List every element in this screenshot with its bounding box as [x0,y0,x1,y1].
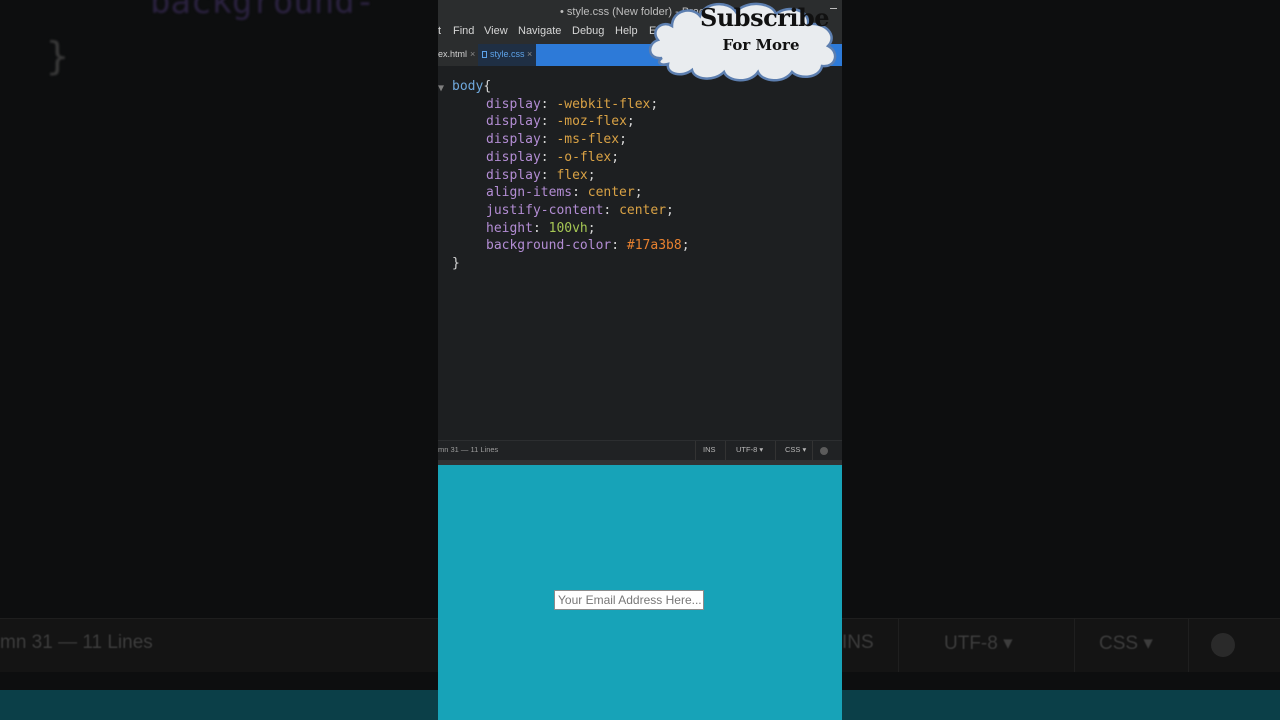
tab-label: style.css [490,49,525,59]
css-property: display [486,96,541,112]
bg-status-language: CSS ▾ [1099,633,1153,654]
css-property: height [486,220,533,236]
css-value: -moz-flex [556,114,627,130]
code-line: display: flex; [486,167,596,183]
menu-debug[interactable]: Debug [572,25,604,37]
code-line: justify-content: center; [486,202,674,218]
fold-arrow-icon[interactable]: ▼ [438,80,444,98]
code-line: align-items: center; [486,185,643,201]
bg-status-encoding: UTF-8 ▾ [944,633,1013,654]
code-line: display: -o-flex; [486,149,620,165]
tab-style-css[interactable]: style.css × [478,44,536,66]
tab-index-html[interactable]: ex.html × [438,44,478,66]
encoding-select[interactable]: UTF-8 ▾ [736,445,763,454]
close-brace: } [452,256,460,271]
brackets-editor-window: • style.css (New folder) - Brack t Find … [438,0,842,720]
css-value: center [619,202,667,218]
code-line: height: 100vh; [486,220,596,236]
open-brace: { [483,79,492,94]
code-line: background-color: #17a3b8; [486,238,690,254]
bg-status-ins: INS [842,632,874,653]
css-selector: body [452,79,484,94]
css-property: background-color [486,238,612,254]
css-value: center [587,185,635,201]
menu-view[interactable]: View [484,25,508,37]
menu-navigate[interactable]: Navigate [518,25,561,37]
linter-status-icon[interactable] [820,447,828,455]
css-property: align-items [486,185,573,201]
css-value: flex [556,167,588,183]
status-separator [812,441,813,461]
cursor-position: mn 31 — 11 Lines [438,445,499,454]
close-icon[interactable]: × [527,44,532,64]
css-property: display [486,114,541,130]
css-property: display [486,149,541,165]
bg-code-text: background- [150,0,376,22]
code-line-selector: body{ [452,78,491,96]
code-line-close: } [452,255,460,273]
bg-status-dot-icon [1211,633,1235,657]
status-separator [695,441,696,461]
css-property: display [486,132,541,148]
css-property: justify-content [486,202,604,218]
status-separator [775,441,776,461]
insert-mode-toggle[interactable]: INS [703,445,716,454]
css-property: display [486,167,541,183]
live-preview: Your Email Address Here... [438,465,842,720]
status-bar: mn 31 — 11 Lines INS UTF-8 ▾ CSS ▾ [438,440,842,461]
css-value: #17a3b8 [626,238,682,254]
status-separator [725,441,726,461]
css-value: 100vh [548,220,588,236]
css-value: -ms-flex [556,132,620,148]
menu-find[interactable]: Find [453,25,474,37]
code-line: display: -webkit-flex; [486,96,659,112]
code-editor[interactable]: ▼ body{ display: -webkit-flex; display: -… [438,66,842,440]
file-icon [482,51,487,58]
code-line: display: -moz-flex; [486,114,635,130]
menu-help[interactable]: Help [615,25,638,37]
bg-separator [1074,618,1075,672]
bg-status-position: mn 31 — 11 Lines [0,632,153,653]
bg-separator [1188,618,1189,672]
bg-brace: } [46,34,69,78]
code-line: display: -ms-flex; [486,132,627,148]
menu-edit[interactable]: t [438,25,441,37]
bg-separator [898,618,899,672]
css-value: -o-flex [556,149,612,165]
email-input[interactable]: Your Email Address Here... [554,590,704,610]
tab-label: ex.html [438,49,468,59]
subscribe-subtitle: For More [722,36,800,54]
css-value: -webkit-flex [556,96,651,112]
close-icon[interactable]: × [470,44,475,64]
language-select[interactable]: CSS ▾ [785,445,806,454]
subscribe-title: Subscribe [700,3,830,32]
